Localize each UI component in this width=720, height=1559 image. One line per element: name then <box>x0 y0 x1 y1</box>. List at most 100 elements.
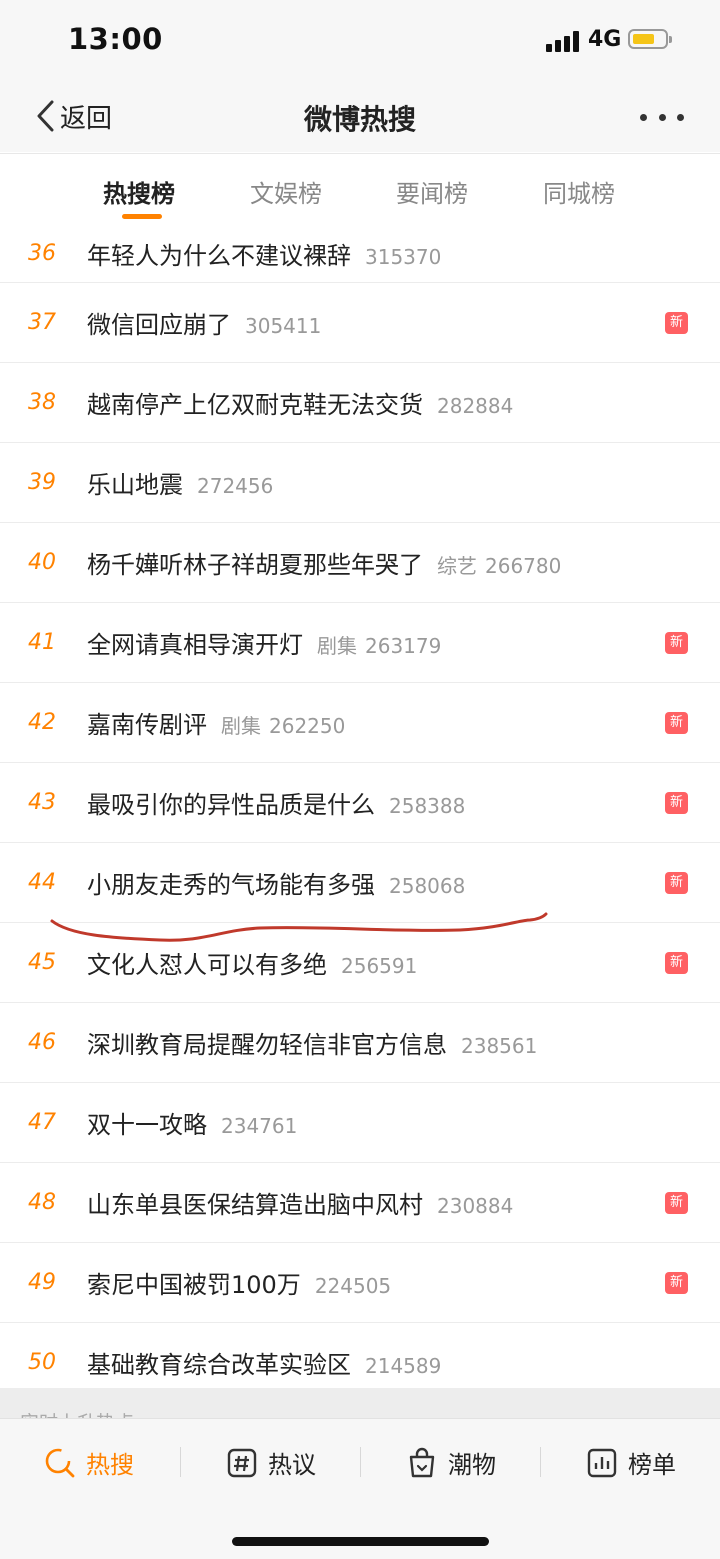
list-item[interactable]: 43 最吸引你的异性品质是什么 258388 新 <box>0 763 720 843</box>
home-indicator <box>232 1537 489 1546</box>
topic-title: 小朋友走秀的气场能有多强 <box>87 871 375 899</box>
rank-number: 49 <box>28 1270 56 1295</box>
list-item[interactable]: 47 双十一攻略 234761 <box>0 1083 720 1163</box>
list-item[interactable]: 38 越南停产上亿双耐克鞋无法交货 282884 <box>0 363 720 443</box>
list-item[interactable]: 44 小朋友走秀的气场能有多强 258068 新 <box>0 843 720 923</box>
new-badge: 新 <box>665 1271 688 1294</box>
list-item[interactable]: 48 山东单县医保结算造出脑中风村 230884 新 <box>0 1163 720 1243</box>
list-item[interactable]: 37 微信回应崩了 305411 新 <box>0 283 720 363</box>
new-badge: 新 <box>665 791 688 814</box>
topic-title: 嘉南传剧评 <box>87 711 207 739</box>
list-item[interactable]: 40 杨千嬅听林子祥胡夏那些年哭了 综艺 266780 <box>0 523 720 603</box>
section-header: 实时上升热点 <box>0 1388 720 1422</box>
new-badge: 新 <box>665 631 688 654</box>
heat-count: 256591 <box>341 954 418 978</box>
topic-title: 乐山地震 <box>87 471 183 499</box>
heat-count: 263179 <box>365 634 442 658</box>
topic-title: 越南停产上亿双耐克鞋无法交货 <box>87 391 423 419</box>
topic-title: 基础教育综合改革实验区 <box>87 1351 351 1379</box>
row-text: 深圳教育局提醒勿轻信非官方信息 238561 <box>87 1025 537 1060</box>
topic-title: 文化人怼人可以有多绝 <box>87 951 327 979</box>
more-options-icon[interactable] <box>640 102 684 132</box>
rank-number: 37 <box>28 310 56 335</box>
new-badge: 新 <box>665 871 688 894</box>
nav-bar: 返回 微博热搜 <box>0 80 720 152</box>
topic-category: 剧集 <box>221 714 261 738</box>
heat-count: 305411 <box>245 314 322 338</box>
bottom-tab-hot-search[interactable]: 热搜 <box>44 1445 134 1480</box>
topic-title: 双十一攻略 <box>87 1111 207 1139</box>
tab-divider <box>540 1447 541 1477</box>
active-tab-indicator <box>122 214 162 219</box>
heat-count: 234761 <box>221 1114 298 1138</box>
row-text: 年轻人为什么不建议裸辞 315370 <box>87 236 441 271</box>
row-text: 杨千嬅听林子祥胡夏那些年哭了 综艺 266780 <box>87 545 561 580</box>
bottom-tab-rankings[interactable]: 榜单 <box>586 1445 676 1480</box>
status-time: 13:00 <box>68 22 163 56</box>
rank-number: 50 <box>28 1350 56 1375</box>
topic-title: 山东单县医保结算造出脑中风村 <box>87 1191 423 1219</box>
shopping-bag-icon <box>409 1447 435 1477</box>
list-item[interactable]: 42 嘉南传剧评 剧集 262250 新 <box>0 683 720 763</box>
battery-icon <box>628 29 672 49</box>
row-text: 全网请真相导演开灯 剧集 263179 <box>87 625 441 660</box>
list-item[interactable]: 41 全网请真相导演开灯 剧集 263179 新 <box>0 603 720 683</box>
new-badge: 新 <box>665 711 688 734</box>
heat-count: 238561 <box>461 1034 538 1058</box>
row-text: 索尼中国被罚100万 224505 <box>87 1265 391 1300</box>
network-type: 4G <box>588 27 622 52</box>
row-text: 山东单县医保结算造出脑中风村 230884 <box>87 1185 513 1220</box>
heat-count: 214589 <box>365 1354 442 1378</box>
bottom-tab-trends[interactable]: 潮物 <box>406 1445 496 1480</box>
list-item[interactable]: 39 乐山地震 272456 <box>0 443 720 523</box>
new-badge: 新 <box>665 311 688 334</box>
bottom-tab-bar: 热搜 热议 潮物 榜单 <box>0 1418 720 1559</box>
heat-count: 258068 <box>389 874 466 898</box>
rank-number: 43 <box>28 790 56 815</box>
signal-icon <box>546 30 580 52</box>
bottom-tab-label: 榜单 <box>628 1451 676 1479</box>
hashtag-icon <box>227 1448 257 1477</box>
bottom-tab-discussion[interactable]: 热议 <box>226 1445 316 1480</box>
bottom-tab-label: 潮物 <box>448 1451 496 1479</box>
page-title: 微博热搜 <box>303 103 416 136</box>
tab-divider <box>360 1447 361 1477</box>
heat-count: 266780 <box>485 554 562 578</box>
top-area: 13:00 4G 返回 微博热搜 <box>0 0 720 152</box>
rank-number: 38 <box>28 390 56 415</box>
row-text: 双十一攻略 234761 <box>87 1105 297 1140</box>
tab-hot-search[interactable]: 热搜榜 <box>103 174 175 209</box>
heat-count: 224505 <box>314 1274 392 1298</box>
new-badge: 新 <box>665 1191 688 1214</box>
status-bar: 13:00 4G <box>0 0 720 80</box>
tab-entertainment[interactable]: 文娱榜 <box>250 174 322 209</box>
tab-local[interactable]: 同城榜 <box>543 174 615 209</box>
tab-news[interactable]: 要闻榜 <box>396 174 468 209</box>
list-item[interactable]: 49 索尼中国被罚100万 224505 新 <box>0 1243 720 1323</box>
rank-number: 45 <box>28 950 56 975</box>
row-text: 嘉南传剧评 剧集 262250 <box>87 705 345 740</box>
row-text: 乐山地震 272456 <box>87 465 273 500</box>
row-text: 文化人怼人可以有多绝 256591 <box>87 945 417 980</box>
row-text: 越南停产上亿双耐克鞋无法交货 282884 <box>87 385 513 420</box>
tab-bar: 热搜榜 文娱榜 要闻榜 同城榜 <box>0 153 720 225</box>
hot-search-icon <box>45 1448 75 1477</box>
heat-count: 230884 <box>437 1194 514 1218</box>
row-text: 微信回应崩了 305411 <box>87 305 321 340</box>
rank-number: 41 <box>28 630 56 655</box>
new-badge: 新 <box>665 951 688 974</box>
heat-count: 282884 <box>437 394 514 418</box>
hot-search-list: 36 年轻人为什么不建议裸辞 315370 37 微信回应崩了 305411 新 38 越南停产… <box>0 224 720 1403</box>
list-item[interactable]: 45 文化人怼人可以有多绝 256591 新 <box>0 923 720 1003</box>
rank-number: 46 <box>28 1030 56 1055</box>
bottom-tab-label: 热议 <box>268 1451 316 1479</box>
topic-title: 杨千嬅听林子祥胡夏那些年哭了 <box>87 551 423 579</box>
row-text: 基础教育综合改革实验区 214589 <box>87 1345 441 1380</box>
chart-list-icon <box>587 1448 617 1477</box>
rank-number: 42 <box>28 710 56 735</box>
row-text: 最吸引你的异性品质是什么 258388 <box>87 785 465 820</box>
heat-count: 272456 <box>197 474 274 498</box>
list-item[interactable]: 46 深圳教育局提醒勿轻信非官方信息 238561 <box>0 1003 720 1083</box>
list-item[interactable]: 36 年轻人为什么不建议裸辞 315370 <box>0 224 720 283</box>
topic-title: 微信回应崩了 <box>87 311 231 339</box>
